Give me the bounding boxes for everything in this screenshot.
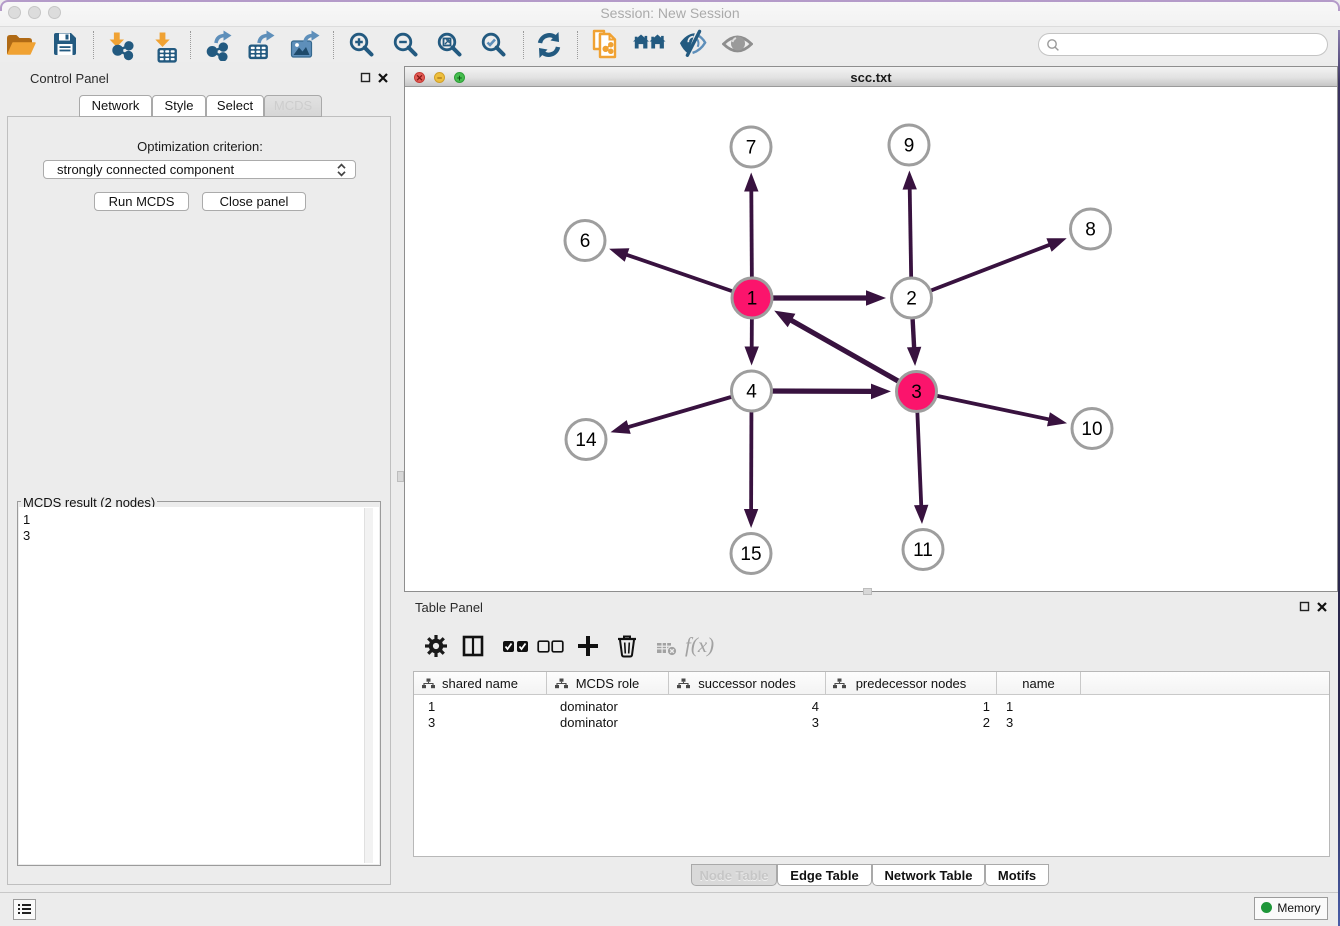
svg-text:7: 7	[746, 138, 757, 159]
svg-text:6: 6	[580, 231, 591, 252]
svg-text:3: 3	[911, 382, 922, 403]
svg-text:1: 1	[747, 289, 758, 310]
svg-text:10: 10	[1081, 419, 1102, 440]
svg-text:4: 4	[746, 382, 757, 403]
svg-text:15: 15	[740, 544, 761, 565]
svg-text:14: 14	[575, 430, 597, 451]
svg-text:2: 2	[906, 289, 917, 310]
svg-text:8: 8	[1085, 220, 1096, 241]
svg-text:f(x): f(x)	[685, 634, 714, 657]
svg-text:11: 11	[913, 540, 933, 561]
svg-text:9: 9	[904, 136, 915, 157]
